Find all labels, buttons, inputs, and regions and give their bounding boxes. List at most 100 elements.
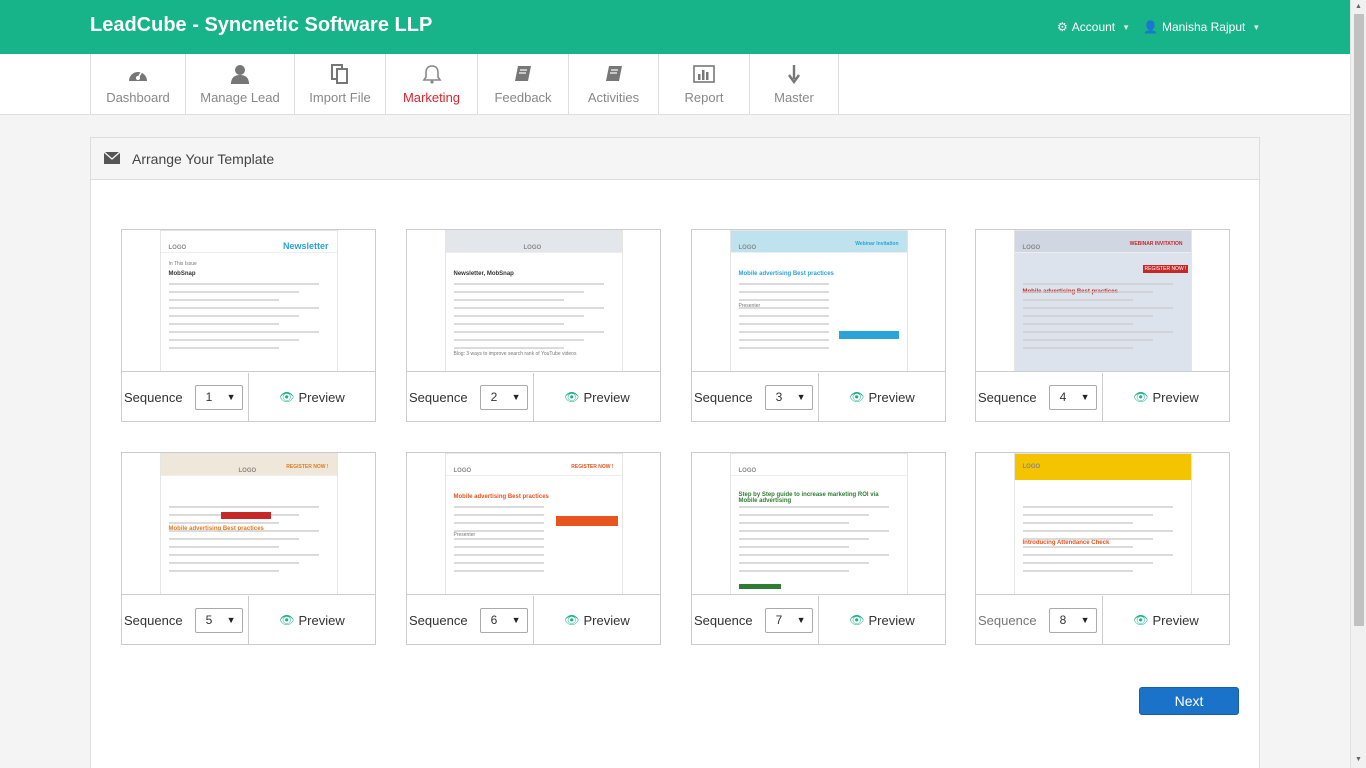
preview-button[interactable]: 👁 Preview	[249, 596, 375, 644]
nav-label: Activities	[587, 90, 640, 105]
scroll-down-icon[interactable]: ▼	[1355, 756, 1362, 763]
sequence-cell: Sequence 8 ▼	[976, 596, 1103, 644]
template-controls: Sequence 6 ▼ 👁 Preview	[407, 596, 660, 644]
template-thumbnail[interactable]: LOGO REGISTER NOW ! Mobile advertising B…	[122, 453, 375, 595]
sequence-value: 3	[775, 390, 783, 404]
top-bar: LeadCube - Syncnetic Software LLP ⚙ Acco…	[0, 0, 1350, 54]
thumb-title: MobSnap	[168, 271, 196, 277]
thumb-subtitle: REGISTER NOW !	[1142, 265, 1189, 273]
nav-import-file[interactable]: Import File	[294, 54, 385, 114]
nav-dashboard[interactable]: Dashboard	[90, 54, 185, 114]
sequence-cell: Sequence 6 ▼	[407, 596, 534, 644]
template-controls: Sequence 3 ▼ 👁 Preview	[692, 373, 945, 421]
account-menu[interactable]: ⚙ Account ▼	[1057, 20, 1130, 34]
dropdown-arrow-icon: ▼	[226, 615, 236, 625]
preview-label: Preview	[583, 389, 630, 405]
template-controls: Sequence 7 ▼ 👁 Preview	[692, 596, 945, 644]
template-controls: Sequence 2 ▼ 👁 Preview	[407, 373, 660, 421]
preview-label: Preview	[298, 612, 345, 628]
preview-label: Preview	[298, 389, 345, 405]
sequence-select[interactable]: 2 ▼	[479, 384, 528, 410]
template-preview-image: LOGO Webinar Invitation Mobile advertisi…	[729, 230, 908, 371]
panel-title: Arrange Your Template	[132, 150, 275, 167]
next-button[interactable]: Next	[1139, 687, 1239, 715]
template-card: LOGO Step by Step guide to increase mark…	[691, 452, 946, 645]
preview-button[interactable]: 👁 Preview	[534, 373, 660, 421]
sequence-select[interactable]: 4 ▼	[1048, 384, 1097, 410]
nav-manage-lead[interactable]: Manage Lead	[185, 54, 294, 114]
user-menu[interactable]: 👤 Manisha Rajput ▼	[1143, 20, 1260, 34]
sequence-label: Sequence	[978, 389, 1037, 405]
eye-icon: 👁	[279, 613, 295, 627]
sequence-select[interactable]: 7 ▼	[764, 607, 813, 633]
preview-label: Preview	[1152, 612, 1199, 628]
nav-label: Master	[774, 90, 814, 105]
preview-label: Preview	[583, 612, 630, 628]
template-thumbnail[interactable]: LOGO Webinar Invitation Mobile advertisi…	[692, 230, 945, 372]
sequence-cell: Sequence 4 ▼	[976, 373, 1103, 421]
book-icon	[601, 64, 627, 84]
book-icon	[510, 64, 536, 84]
thumb-title: Mobile advertising Best practices	[453, 494, 549, 500]
preview-button[interactable]: 👁 Preview	[249, 373, 375, 421]
sequence-value: 2	[490, 390, 498, 404]
template-thumbnail[interactable]: LOGO REGISTER NOW ! Mobile advertising B…	[407, 453, 660, 595]
sequence-select[interactable]: 5 ▼	[194, 607, 243, 633]
thumb-title: Step by Step guide to increase marketing…	[738, 492, 879, 504]
sequence-cell: Sequence 1 ▼	[122, 373, 249, 421]
files-icon	[327, 64, 353, 84]
logo-text: LOGO	[238, 468, 257, 474]
nav-master[interactable]: Master	[749, 54, 839, 114]
scroll-up-icon[interactable]: ▲	[1355, 3, 1362, 10]
template-preview-image: LOGO REGISTER NOW ! Mobile advertising B…	[159, 453, 338, 594]
sequence-select[interactable]: 1 ▼	[194, 384, 243, 410]
sequence-select[interactable]: 6 ▼	[479, 607, 528, 633]
nav-marketing[interactable]: Marketing	[385, 54, 477, 114]
scrollbar-thumb[interactable]	[1354, 14, 1364, 626]
caret-down-icon: ▼	[1122, 22, 1131, 32]
nav-label: Dashboard	[106, 90, 170, 105]
thumb-heading: WEBINAR INVITATION	[1129, 241, 1183, 247]
nav-activities[interactable]: Activities	[568, 54, 658, 114]
nav-feedback[interactable]: Feedback	[477, 54, 568, 114]
app-title: LeadCube - Syncnetic Software LLP	[90, 14, 433, 36]
envelope-icon	[103, 150, 121, 167]
preview-button[interactable]: 👁 Preview	[819, 596, 945, 644]
vertical-scrollbar[interactable]: ▲ ▼	[1350, 0, 1366, 768]
sequence-value: 7	[775, 613, 783, 627]
nav-label: Feedback	[494, 90, 552, 105]
preview-button[interactable]: 👁 Preview	[534, 596, 660, 644]
dropdown-arrow-icon: ▼	[1080, 615, 1090, 625]
template-thumbnail[interactable]: LOGO Introducing Attendance Check	[976, 453, 1229, 595]
sequence-select[interactable]: 8 ▼	[1048, 607, 1097, 633]
logo-text: LOGO	[453, 468, 472, 474]
eye-icon: 👁	[564, 613, 580, 627]
sequence-cell: Sequence 2 ▼	[407, 373, 534, 421]
user-name: Manisha Rajput	[1161, 20, 1246, 34]
nav-label: Manage Lead	[200, 90, 280, 105]
thumb-subtitle: Blog: 3 ways to improve search rank of Y…	[453, 351, 577, 357]
nav-label: Marketing	[402, 90, 461, 105]
nav-report[interactable]: Report	[658, 54, 749, 114]
thumb-title: Newsletter, MobSnap	[453, 271, 514, 277]
logo-text: LOGO	[1022, 245, 1041, 251]
template-thumbnail[interactable]: LOGO WEBINAR INVITATION Mobile advertisi…	[976, 230, 1229, 372]
preview-button[interactable]: 👁 Preview	[819, 373, 945, 421]
thumb-heading: REGISTER NOW !	[286, 464, 329, 470]
logo-text: LOGO	[523, 245, 542, 251]
sequence-label: Sequence	[409, 612, 468, 628]
logo-text: LOGO	[738, 468, 757, 474]
template-card: LOGO Newsletter MobSnap In This Issue Se…	[121, 229, 376, 422]
template-thumbnail[interactable]: LOGO Step by Step guide to increase mark…	[692, 453, 945, 595]
template-preview-image: LOGO Newsletter, MobSnap Blog: 3 ways to…	[444, 230, 623, 371]
preview-button[interactable]: 👁 Preview	[1103, 373, 1229, 421]
sequence-value: 6	[490, 613, 498, 627]
preview-label: Preview	[1152, 389, 1199, 405]
template-preview-image: LOGO REGISTER NOW ! Mobile advertising B…	[444, 453, 623, 594]
sequence-select[interactable]: 3 ▼	[764, 384, 813, 410]
download-icon	[781, 64, 807, 84]
template-thumbnail[interactable]: LOGO Newsletter MobSnap In This Issue	[122, 230, 375, 372]
preview-button[interactable]: 👁 Preview	[1103, 596, 1229, 644]
template-card: LOGO Webinar Invitation Mobile advertisi…	[691, 229, 946, 422]
template-thumbnail[interactable]: LOGO Newsletter, MobSnap Blog: 3 ways to…	[407, 230, 660, 372]
